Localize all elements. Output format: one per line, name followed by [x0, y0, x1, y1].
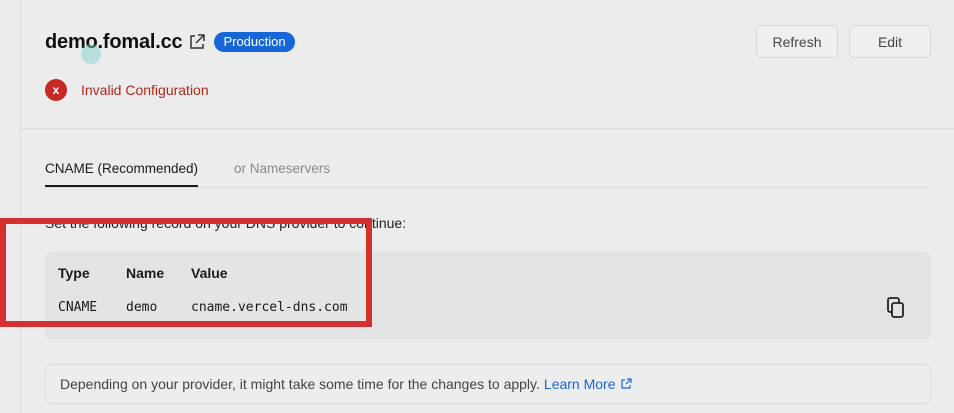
record-value: cname.vercel-dns.com — [191, 300, 348, 315]
refresh-button[interactable]: Refresh — [756, 25, 838, 58]
cursor-indicator — [81, 44, 101, 64]
notice-text: Depending on your provider, it might tak… — [60, 376, 540, 392]
dns-record-box: Type Name Value CNAME demo cname.vercel-… — [45, 251, 931, 339]
tab-cname[interactable]: CNAME (Recommended) — [45, 160, 199, 187]
status-row: x Invalid Configuration — [45, 79, 209, 101]
status-text: Invalid Configuration — [81, 82, 209, 98]
header-type: Type — [58, 265, 90, 281]
production-badge: Production — [214, 32, 295, 52]
external-link-icon[interactable] — [620, 378, 632, 390]
header-name: Name — [126, 265, 165, 281]
record-type: CNAME — [58, 300, 98, 315]
record-name: demo — [126, 300, 158, 315]
propagation-notice: Depending on your provider, it might tak… — [45, 364, 931, 404]
record-tabs: CNAME (Recommended) or Nameservers — [45, 160, 931, 188]
learn-more-link[interactable]: Learn More — [544, 376, 616, 392]
domain-title[interactable]: demo.fomal.cc — [45, 31, 183, 54]
tab-nameservers[interactable]: or Nameservers — [234, 160, 330, 178]
domain-header: demo.fomal.cc Production Refresh Edit x … — [21, 0, 954, 129]
error-x-icon: x — [45, 79, 67, 101]
external-link-icon[interactable] — [188, 33, 206, 51]
edit-button[interactable]: Edit — [849, 25, 931, 58]
domain-card: demo.fomal.cc Production Refresh Edit x … — [20, 0, 954, 413]
copy-icon[interactable] — [885, 296, 907, 320]
instruction-text: Set the following record on your DNS pro… — [45, 215, 407, 231]
header-value: Value — [191, 265, 228, 281]
